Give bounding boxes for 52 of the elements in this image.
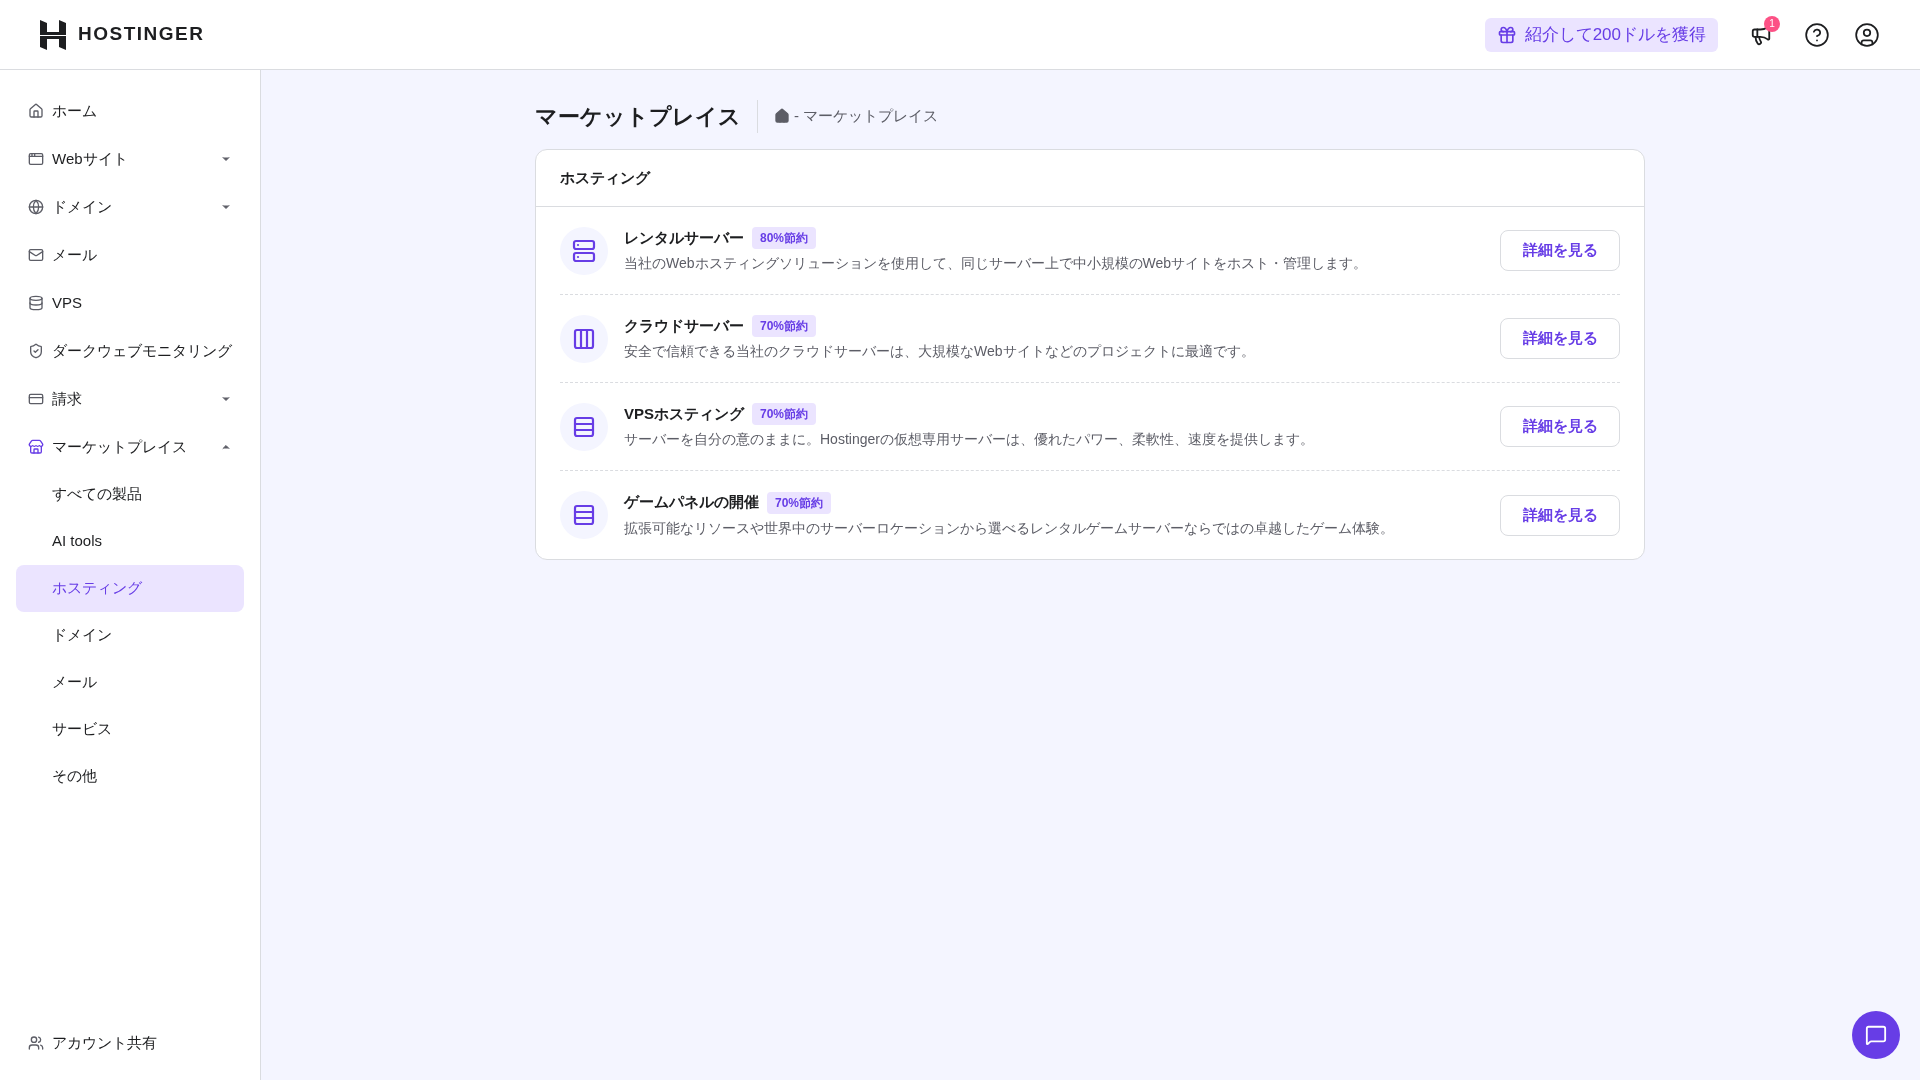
discount-tag: 70%節約 [752,403,817,425]
notification-badge: 1 [1764,15,1780,32]
sidebar-item[interactable]: マーケットプレイス [0,423,260,471]
help-button[interactable] [1804,21,1830,48]
details-button[interactable]: 詳細を見る [1500,318,1620,359]
sidebar-subitem[interactable]: その他 [16,753,244,800]
breadcrumb: - マーケットプレイス [794,105,939,126]
sidebar-subitem[interactable]: メール [16,659,244,706]
account-button[interactable] [1854,21,1880,48]
sidebar-item[interactable]: アカウント共有 [0,1019,260,1067]
server-icon [560,226,608,275]
gift-icon [1496,24,1517,45]
sidebar-item[interactable]: メール [0,231,260,279]
server-rack-icon [560,314,608,363]
help-icon [1804,21,1830,48]
discount-tag: 80%節約 [752,227,817,249]
sidebar-item[interactable]: Webサイト [0,135,260,183]
discount-tag: 70%節約 [752,315,817,337]
product-description: 当社のWebホスティングソリューションを使用して、同じサーバー上で中小規模のWebサイトをホスト・管理します。 [624,254,1368,274]
product-name: VPSホスティング [624,403,744,424]
sidebar-subitem[interactable]: サービス [16,706,244,753]
product-description: 安全で信頼できる当社のクラウドサーバーは、大規模なWebサイトなどのプロジェクトに最適です。 [624,342,1255,362]
product-name: レンタルサーバー [624,227,744,248]
sidebar-subitem[interactable]: AI tools [16,518,244,565]
logo-text: HOSTINGER [78,22,205,47]
product-name: ゲームパネルの開催 [624,492,759,513]
sidebar-subitem[interactable]: ホスティング [16,565,244,612]
discount-tag: 70%節約 [767,491,832,514]
users-icon [28,1035,44,1051]
page-title: マーケットプレイス [535,99,758,133]
logo-icon [40,19,66,50]
chat-icon [1865,1024,1887,1046]
card-title: ホスティング [560,167,650,188]
home-icon[interactable] [774,108,790,124]
chat-button[interactable] [1852,1011,1900,1059]
user-icon [1854,21,1880,48]
details-button[interactable]: 詳細を見る [1500,406,1620,447]
sidebar-item[interactable]: ホーム [0,87,260,135]
sidebar-item[interactable]: ドメイン [0,183,260,231]
stacked-bars-icon [560,491,608,539]
stacked-bars-icon [560,402,608,451]
product-description: サーバーを自分の意のままに。Hostingerの仮想専用サーバーは、優れたパワー、柔軟性、速度を提供します。 [624,430,1314,450]
sidebar-subitem[interactable]: すべての製品 [16,471,244,518]
product-description: 拡張可能なリソースや世界中のサーバーロケーションから選べるレンタルゲームサーバーならではの卓越したゲーム体験。 [624,518,1394,538]
product-name: クラウドサーバー [624,315,744,336]
referral-button[interactable]: 紹介して200ドルを獲得 [1484,17,1718,52]
sidebar-subitem[interactable]: ドメイン [16,612,244,659]
sidebar-item[interactable]: ダークウェブモニタリング [0,327,260,375]
sidebar-item[interactable]: 請求 [0,375,260,423]
details-button[interactable]: 詳細を見る [1500,230,1620,271]
sidebar-item[interactable]: VPS [0,279,260,327]
details-button[interactable]: 詳細を見る [1500,494,1620,536]
